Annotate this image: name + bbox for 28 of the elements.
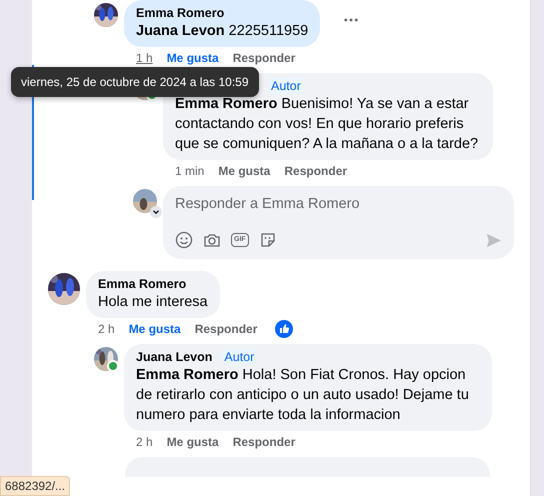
thumbs-up-icon[interactable] bbox=[275, 320, 294, 338]
date-tooltip: viernes, 25 de octubre de 2024 a las 10:59 bbox=[11, 67, 258, 97]
sticker-icon[interactable] bbox=[258, 231, 277, 249]
comment-text: Emma Romero Hola! Son Fiat Cronos. Hay opcion de retirarlo con anticipo o un auto usado! Dejame tu numero para enviarte toda la informacion bbox=[136, 366, 470, 425]
reply-link[interactable]: Responder bbox=[232, 51, 296, 65]
comment-time[interactable]: 2 h bbox=[136, 435, 153, 449]
like-link[interactable]: Me gusta bbox=[128, 322, 181, 336]
status-url: 6882392/... bbox=[0, 476, 70, 496]
comment-text: Emma Romero Buenisimo! Ya se van a estar contactando con vos! En que horario preferis que se comuniquen? A la mañana o a la tarde? bbox=[175, 95, 480, 154]
comment-time[interactable]: 1 h bbox=[136, 51, 153, 65]
author-badge: Autor bbox=[269, 78, 303, 94]
author-name[interactable]: Emma Romero bbox=[136, 5, 224, 21]
author-name[interactable]: Emma Romero bbox=[98, 276, 186, 292]
like-link[interactable]: Me gusta bbox=[166, 51, 219, 65]
comment-time[interactable]: 2 h bbox=[98, 322, 115, 336]
reply-link[interactable]: Responder bbox=[232, 435, 296, 449]
comment-time[interactable]: 1 min bbox=[175, 164, 204, 178]
comment-text: Juana Levon 2225511959 bbox=[136, 22, 308, 41]
like-link[interactable]: Me gusta bbox=[166, 435, 219, 449]
more-options-icon[interactable] bbox=[344, 18, 358, 22]
chevron-down-icon[interactable] bbox=[150, 206, 162, 218]
reply-link[interactable]: Responder bbox=[194, 322, 258, 336]
author-name[interactable]: Juana Levon bbox=[136, 349, 212, 365]
comment-text: Hola me interesa bbox=[98, 293, 208, 312]
reply-link[interactable]: Responder bbox=[284, 164, 348, 178]
author-badge: Autor bbox=[222, 349, 256, 365]
like-link[interactable]: Me gusta bbox=[218, 164, 270, 178]
smiley-icon[interactable] bbox=[175, 231, 193, 249]
